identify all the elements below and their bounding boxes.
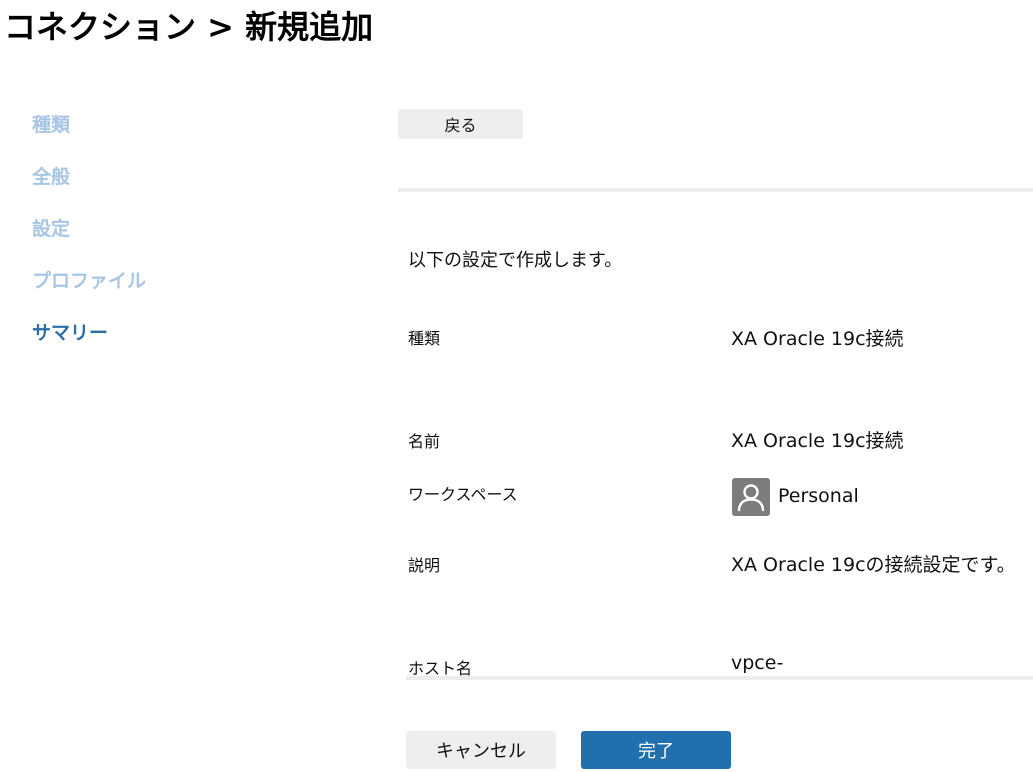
divider [406, 676, 1033, 680]
user-avatar-icon [732, 478, 770, 516]
page-title: コネクション > 新規追加 [4, 8, 374, 46]
summary-value-type: XA Oracle 19c接続 [731, 328, 904, 350]
summary-intro: 以下の設定で作成します。 [408, 250, 623, 271]
summary-label-description: 説明 [408, 556, 441, 575]
finish-button[interactable]: 完了 [581, 731, 731, 769]
summary-value-hostname: vpce- [731, 652, 784, 674]
step-summary[interactable]: サマリー [32, 318, 146, 370]
step-settings[interactable]: 設定 [32, 214, 146, 266]
summary-value-workspace: Personal [778, 485, 859, 507]
step-profile[interactable]: プロファイル [32, 266, 146, 318]
divider [398, 188, 1033, 192]
summary-label-workspace: ワークスペース [408, 485, 518, 504]
wizard-stepper: 種類 全般 設定 プロファイル サマリー [32, 110, 146, 370]
summary-value-name: XA Oracle 19c接続 [731, 430, 904, 452]
cancel-button[interactable]: キャンセル [406, 731, 556, 769]
summary-value-description: XA Oracle 19cの接続設定です。 [731, 554, 1016, 576]
summary-label-type: 種類 [408, 329, 441, 348]
step-general[interactable]: 全般 [32, 162, 146, 214]
step-type[interactable]: 種類 [32, 110, 146, 162]
summary-label-name: 名前 [408, 432, 441, 451]
back-button[interactable]: 戻る [398, 109, 523, 139]
connection-create-page: コネクション > 新規追加 種類 全般 設定 プロファイル サマリー 戻る 以下… [0, 0, 1033, 772]
